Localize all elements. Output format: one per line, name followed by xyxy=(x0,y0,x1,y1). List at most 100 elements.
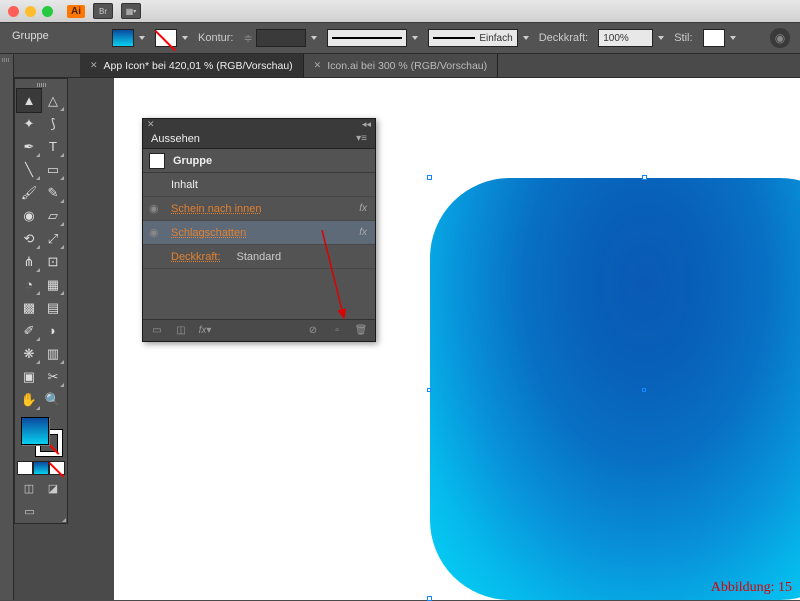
pencil-tool[interactable]: ✎ xyxy=(41,181,65,204)
fill-indicator[interactable] xyxy=(21,417,49,445)
mesh-tool[interactable]: ▩ xyxy=(17,296,41,319)
hand-tool[interactable]: ✋ xyxy=(17,388,41,411)
type-tool[interactable]: T xyxy=(41,135,65,158)
document-tab-active[interactable]: ✕ App Icon* bei 420,01 % (RGB/Vorschau) xyxy=(80,54,304,77)
direct-selection-tool[interactable]: △ xyxy=(41,89,65,112)
new-stroke-icon[interactable]: ▭ xyxy=(149,324,165,338)
stroke-control[interactable] xyxy=(155,29,188,47)
tools-panel: ▲ △ ✦ ⟆ ✒ T ╲ ▭ 🖌 ✎ ◉ ▱ ⟲ ⤢ ⋔ ⊡ ◔ ▦ ▩ ▤ … xyxy=(14,78,68,524)
appearance-tab[interactable]: Aussehen xyxy=(151,133,200,145)
line-tool[interactable]: ╲ xyxy=(17,158,41,181)
add-effect-icon[interactable]: fx▾ xyxy=(197,324,213,338)
collapse-panel-icon[interactable]: ◂◂ xyxy=(362,119,371,130)
window-controls xyxy=(8,6,53,17)
fx-badge[interactable]: fx xyxy=(359,227,367,238)
app-icon-shape[interactable] xyxy=(430,178,800,600)
close-window-button[interactable] xyxy=(8,6,19,17)
duplicate-item-icon[interactable]: ▫ xyxy=(329,324,345,338)
blob-brush-tool[interactable]: ◉ xyxy=(17,204,41,227)
eraser-tool[interactable]: ▱ xyxy=(41,204,65,227)
close-tab-icon[interactable]: ✕ xyxy=(314,60,322,71)
rotate-tool[interactable]: ⟲ xyxy=(17,227,41,250)
panel-menu-icon[interactable]: ▾≡ xyxy=(356,133,367,144)
object-thumbnail xyxy=(149,153,165,169)
zoom-window-button[interactable] xyxy=(42,6,53,17)
screen-mode-button[interactable]: ▭ xyxy=(17,501,42,521)
screen-mode-row: ◫ ◪ xyxy=(17,478,65,498)
shape-builder-tool[interactable]: ◔ xyxy=(17,273,41,296)
opacity-value[interactable]: Standard xyxy=(237,251,282,263)
selection-handle[interactable] xyxy=(427,596,432,601)
color-mode-gradient[interactable] xyxy=(33,461,49,475)
magic-wand-tool[interactable]: ✦ xyxy=(17,112,41,135)
opacity-value[interactable]: 100% xyxy=(598,29,653,47)
opacity-field[interactable]: 100% xyxy=(598,29,664,47)
rectangle-tool[interactable]: ▭ xyxy=(41,158,65,181)
free-transform-tool[interactable]: ⊡ xyxy=(41,250,65,273)
draw-normal-icon[interactable]: ◫ xyxy=(17,478,41,498)
panel-grip[interactable] xyxy=(17,81,65,89)
row-label[interactable]: Schein nach innen xyxy=(171,203,351,215)
stroke-weight-field[interactable]: ≑ xyxy=(243,29,316,47)
selection-handle[interactable] xyxy=(642,175,647,180)
document-tab-bar: ✕ App Icon* bei 420,01 % (RGB/Vorschau) … xyxy=(0,54,800,78)
appearance-opacity-row[interactable]: Deckkraft: Standard xyxy=(143,245,375,269)
visibility-icon[interactable]: ◉ xyxy=(149,226,163,239)
document-setup-icon[interactable]: ◉ xyxy=(770,28,790,48)
appearance-contents-row[interactable]: Inhalt xyxy=(143,173,375,197)
artboard-tool[interactable]: ▣ xyxy=(17,365,41,388)
document-tab-inactive[interactable]: ✕ Icon.ai bei 300 % (RGB/Vorschau) xyxy=(304,54,498,77)
lasso-tool[interactable]: ⟆ xyxy=(41,112,65,135)
panel-title-grip[interactable]: ✕ ◂◂ xyxy=(143,119,375,129)
pen-tool[interactable]: ✒ xyxy=(17,135,41,158)
selection-handle[interactable] xyxy=(427,175,432,180)
visibility-icon[interactable]: ◉ xyxy=(149,202,163,215)
close-panel-icon[interactable]: ✕ xyxy=(147,119,155,130)
arrange-documents-button[interactable]: ▦▾ xyxy=(121,3,141,19)
draw-behind-icon[interactable]: ◪ xyxy=(41,478,65,498)
appearance-inner-glow-row[interactable]: ◉ Schein nach innen fx xyxy=(143,197,375,221)
color-mode-row xyxy=(17,461,65,475)
style-label: Stil: xyxy=(674,32,692,44)
stroke-style-dropdown[interactable] xyxy=(327,29,418,47)
fill-stroke-indicator[interactable] xyxy=(17,415,67,459)
column-graph-tool[interactable]: ▥ xyxy=(41,342,65,365)
perspective-grid-tool[interactable]: ▦ xyxy=(41,273,65,296)
fill-control[interactable] xyxy=(112,29,145,47)
row-label[interactable]: Deckkraft: xyxy=(171,251,221,263)
clear-appearance-icon[interactable]: ⊘ xyxy=(305,324,321,338)
tab-label: Icon.ai bei 300 % (RGB/Vorschau) xyxy=(327,60,487,72)
color-mode-none[interactable] xyxy=(49,461,65,475)
selection-center[interactable] xyxy=(642,388,646,392)
close-tab-icon[interactable]: ✕ xyxy=(90,60,98,71)
profile-label: Einfach xyxy=(479,33,512,44)
paintbrush-tool[interactable]: 🖌 xyxy=(17,181,41,204)
row-label[interactable]: Schlagschatten xyxy=(171,227,351,239)
gradient-tool[interactable]: ▤ xyxy=(41,296,65,319)
appearance-panel: ✕ ◂◂ Aussehen ▾≡ Gruppe Inhalt ◉ Schein … xyxy=(142,118,376,342)
delete-item-icon[interactable]: 🗑 xyxy=(353,324,369,338)
fx-badge[interactable]: fx xyxy=(359,203,367,214)
minimize-window-button[interactable] xyxy=(25,6,36,17)
bridge-button[interactable]: Br xyxy=(93,3,113,19)
left-dock-strip xyxy=(0,54,14,600)
slice-tool[interactable]: ✂ xyxy=(41,365,65,388)
width-tool[interactable]: ⋔ xyxy=(17,250,41,273)
stroke-swatch[interactable] xyxy=(155,29,177,47)
appearance-object-row: Gruppe xyxy=(143,149,375,173)
brush-profile-dropdown[interactable]: Einfach xyxy=(428,29,529,47)
graphic-style-dropdown[interactable] xyxy=(703,29,736,47)
color-mode-solid[interactable] xyxy=(17,461,33,475)
appearance-drop-shadow-row[interactable]: ◉ Schlagschatten fx xyxy=(143,221,375,245)
eyedropper-tool[interactable]: ✐ xyxy=(17,319,41,342)
fill-swatch[interactable] xyxy=(112,29,134,47)
selection-anchor[interactable] xyxy=(427,388,431,392)
zoom-tool[interactable]: 🔍 xyxy=(41,388,65,411)
opacity-label: Deckkraft: xyxy=(539,32,589,44)
blend-tool[interactable]: ◗ xyxy=(41,319,65,342)
symbol-sprayer-tool[interactable]: ❋ xyxy=(17,342,41,365)
selection-tool[interactable]: ▲ xyxy=(17,89,41,112)
row-label: Inhalt xyxy=(171,179,369,191)
scale-tool[interactable]: ⤢ xyxy=(41,227,65,250)
new-fill-icon[interactable]: ◫ xyxy=(173,324,189,338)
